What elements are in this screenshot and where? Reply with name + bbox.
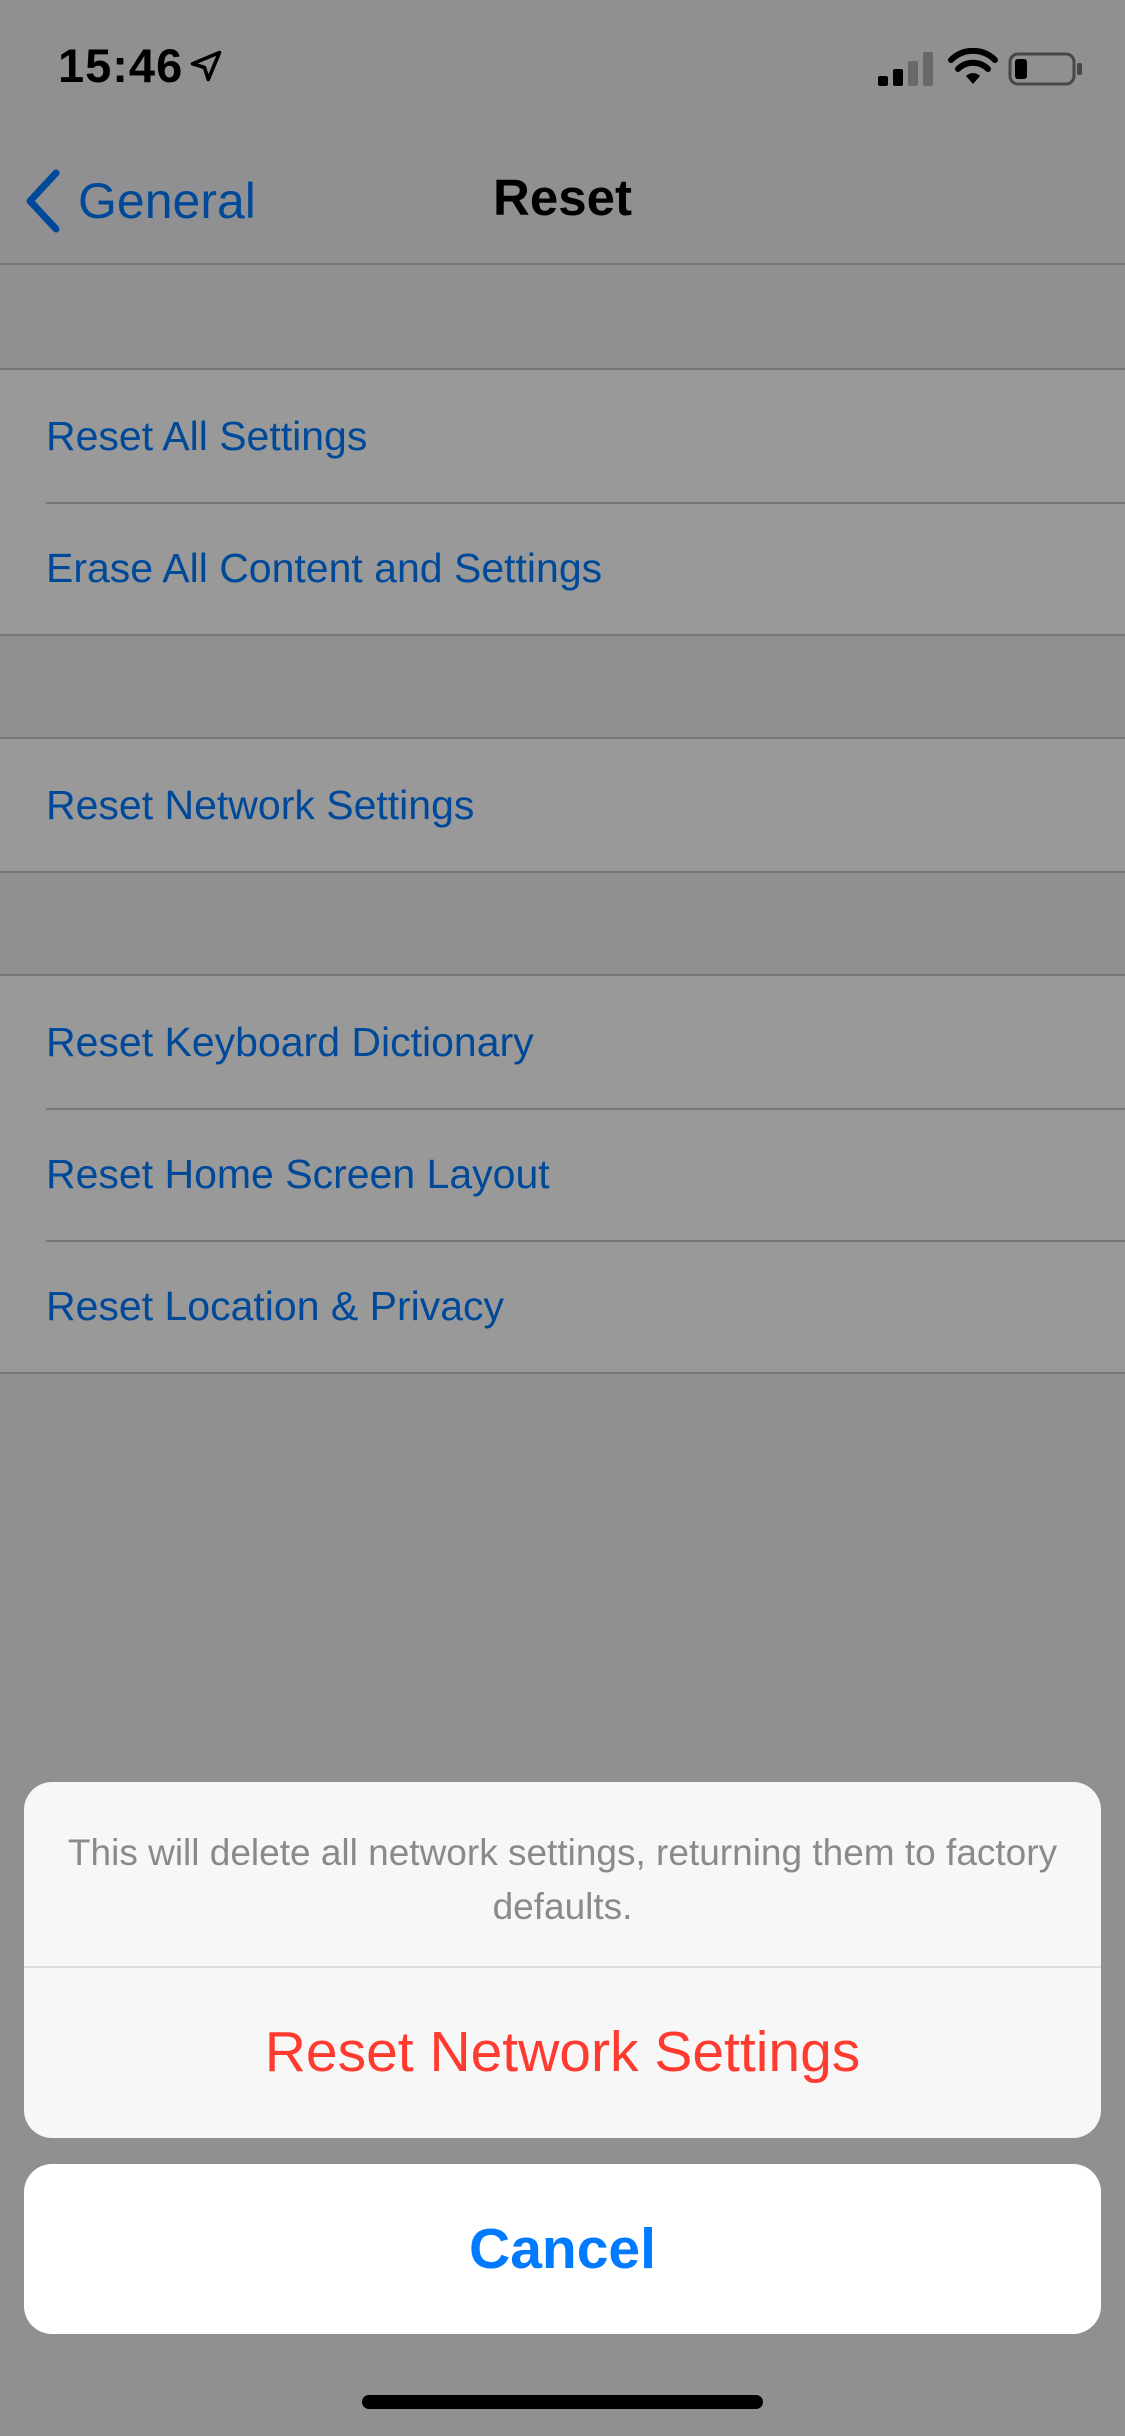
confirm-reset-network-button[interactable]: Reset Network Settings [24, 1968, 1101, 2136]
action-sheet-message: This will delete all network settings, r… [24, 1782, 1101, 1968]
home-indicator[interactable] [362, 2395, 763, 2409]
action-sheet: This will delete all network settings, r… [24, 1782, 1101, 2138]
cancel-button[interactable]: Cancel [24, 2164, 1101, 2334]
